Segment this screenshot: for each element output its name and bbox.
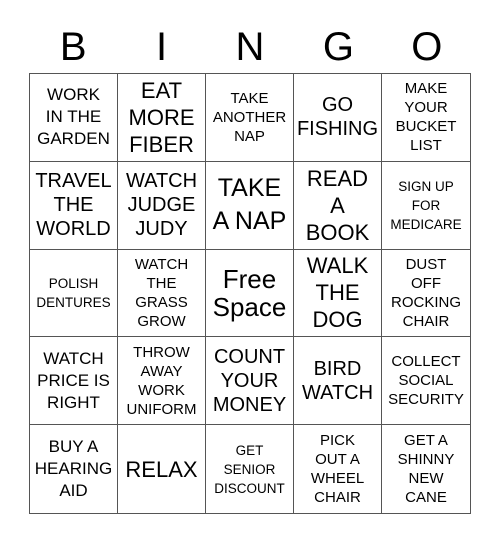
cell-text: GET A SHINNY NEW CANE (397, 432, 455, 507)
cell-text: DUST OFF ROCKING CHAIR (390, 255, 461, 330)
cell-text: GET SENIOR DISCOUNT (214, 442, 285, 496)
header-letter-n: N (235, 25, 265, 69)
bingo-header: B I N G O (29, 22, 471, 72)
bingo-cell[interactable]: READ A BOOK (294, 161, 382, 250)
bingo-cell[interactable]: COUNT YOUR MONEY (206, 337, 294, 426)
bingo-cell[interactable]: BIRD WATCH (294, 337, 382, 426)
cell-text: TAKE ANOTHER NAP (212, 89, 287, 145)
bingo-cell[interactable]: THROW AWAY WORK UNIFORM (118, 337, 206, 426)
cell-text: READ A BOOK (305, 165, 370, 245)
free-space-cell[interactable]: Free Space (206, 249, 294, 338)
bingo-board: WORK IN THE GARDEN EAT MORE FIBER TAKE ANO… (29, 73, 471, 514)
cell-text: WATCH THE GRASS GROW (134, 255, 189, 330)
bingo-cell[interactable]: BUY A HEARING AID (30, 425, 118, 513)
header-letter-i: I (156, 25, 168, 69)
bingo-cell[interactable]: WATCH PRICE IS RIGHT (30, 337, 118, 426)
cell-text: MAKE YOUR BUCKET LIST (395, 80, 457, 155)
cell-text: GO FISHING (296, 94, 379, 141)
bingo-cell[interactable]: GET SENIOR DISCOUNT (206, 425, 294, 513)
cell-text: COLLECT SOCIAL SECURITY (388, 353, 464, 409)
bingo-cell[interactable]: PICK OUT A WHEEL CHAIR (294, 425, 382, 513)
cell-text: WATCH PRICE IS RIGHT (37, 348, 110, 412)
cell-text: RELAX (125, 456, 198, 482)
bingo-cell[interactable]: TAKE ANOTHER NAP (206, 74, 294, 162)
bingo-cell[interactable]: WATCH JUDGE JUDY (118, 161, 206, 250)
bingo-cell[interactable]: TRAVEL THE WORLD (30, 161, 118, 250)
cell-text: TRAVEL THE WORLD (35, 170, 112, 241)
bingo-cell[interactable]: WATCH THE GRASS GROW (118, 249, 206, 338)
header-letter-g: G (322, 25, 354, 69)
cell-text: Free Space (212, 263, 287, 322)
cell-text: SIGN UP FOR MEDICARE (390, 178, 462, 232)
cell-text: COUNT YOUR MONEY (212, 345, 287, 416)
bingo-cell[interactable]: WORK IN THE GARDEN (30, 74, 118, 162)
bingo-cell[interactable]: GO FISHING (294, 74, 382, 162)
cell-text: TAKE A NAP (212, 174, 287, 236)
cell-text: POLISH DENTURES (36, 275, 111, 310)
bingo-cell[interactable]: EAT MORE FIBER (118, 74, 206, 162)
cell-text: PICK OUT A WHEEL CHAIR (310, 432, 365, 507)
cell-text: EAT MORE FIBER (128, 77, 195, 157)
bingo-cell[interactable]: MAKE YOUR BUCKET LIST (382, 74, 470, 162)
bingo-cell[interactable]: POLISH DENTURES (30, 249, 118, 338)
bingo-cell[interactable]: GET A SHINNY NEW CANE (382, 425, 470, 513)
bingo-cell[interactable]: SIGN UP FOR MEDICARE (382, 162, 470, 250)
cell-text: WATCH JUDGE JUDY (125, 170, 198, 241)
cell-text: THROW AWAY WORK UNIFORM (126, 343, 197, 418)
cell-text: WORK IN THE GARDEN (37, 85, 110, 149)
bingo-cell[interactable]: COLLECT SOCIAL SECURITY (382, 337, 470, 426)
bingo-cell[interactable]: DUST OFF ROCKING CHAIR (382, 250, 470, 338)
cell-text: WALK THE DOG (306, 253, 369, 333)
bingo-cell[interactable]: WALK THE DOG (294, 249, 382, 338)
header-letter-o: O (411, 25, 443, 69)
cell-text: BUY A HEARING AID (34, 437, 113, 501)
bingo-cell[interactable]: RELAX (118, 425, 206, 513)
header-letter-b: B (59, 25, 87, 69)
bingo-cell[interactable]: TAKE A NAP (206, 161, 294, 250)
cell-text: BIRD WATCH (301, 357, 374, 404)
